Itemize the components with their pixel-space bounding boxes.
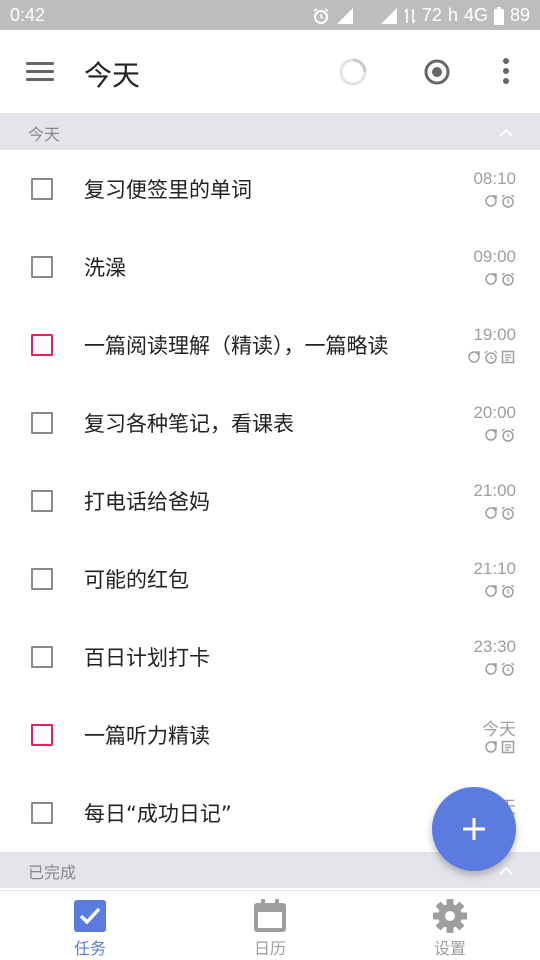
task-title: 洗澡 [84, 256, 126, 280]
task-checkbox[interactable] [31, 646, 53, 668]
task-indicator-icons [484, 428, 515, 442]
task-checkbox[interactable] [31, 256, 53, 278]
nav-item-tasks[interactable]: 任务 [0, 891, 180, 960]
alarm-status-icon [312, 7, 330, 25]
plus-icon [463, 818, 485, 840]
nav-label-calendar: 日历 [253, 939, 286, 958]
task-indicator-icons [484, 662, 515, 676]
note-icon [501, 740, 515, 754]
nav-label-tasks: 任务 [73, 939, 106, 958]
repeat-icon [484, 272, 498, 286]
repeat-icon [467, 350, 481, 364]
task-row[interactable]: 一篇阅读理解（精读），一篇略读 19:00 [0, 306, 540, 384]
bottom-nav: 任务 日历 设置 [0, 890, 540, 960]
repeat-icon [484, 740, 498, 754]
task-title: 百日计划打卡 [84, 646, 210, 670]
status-time: 0:42 [10, 5, 46, 25]
task-time: 20:00 [473, 403, 516, 422]
nav-label-settings: 设置 [433, 939, 466, 958]
task-indicator-icons [484, 194, 515, 208]
task-row[interactable]: 百日计划打卡 23:30 [0, 618, 540, 696]
task-time: 23:30 [473, 637, 516, 656]
task-checkbox[interactable] [31, 724, 53, 746]
alarm-icon [501, 506, 515, 520]
task-title: 一篇听力精读 [84, 724, 210, 748]
task-checkbox[interactable] [31, 178, 53, 200]
task-indicator-icons [484, 584, 515, 598]
chevron-up-icon[interactable] [498, 124, 514, 143]
alarm-icon [484, 350, 498, 364]
task-checkbox[interactable] [31, 802, 53, 824]
alarm-icon [501, 428, 515, 442]
task-row[interactable]: 可能的红包 21:10 [0, 540, 540, 618]
battery-level: 89 [509, 5, 530, 25]
note-icon [501, 350, 515, 364]
nav-item-settings[interactable]: 设置 [360, 891, 540, 960]
task-row[interactable]: 一篇听力精读 今天 [0, 696, 540, 774]
alarm-icon [501, 662, 515, 676]
task-checkbox[interactable] [31, 412, 53, 434]
repeat-icon [484, 584, 498, 598]
repeat-icon [484, 428, 498, 442]
calendar-icon [252, 899, 288, 937]
signal-text: 72 [421, 5, 442, 25]
task-title: 复习便签里的单词 [84, 178, 252, 202]
alarm-icon [501, 194, 515, 208]
task-list: 复习便签里的单词 08:10 洗澡 09:00 一篇阅读理解（精读），一篇略读 19:00… [0, 150, 540, 852]
task-time: 21:10 [473, 559, 516, 578]
more-options-icon[interactable] [496, 56, 516, 86]
repeat-icon [484, 662, 498, 676]
task-row[interactable]: 洗澡 09:00 [0, 228, 540, 306]
task-title: 一篇阅读理解（精读），一篇略读 [84, 334, 389, 358]
section-label-today: 今天 [28, 125, 61, 144]
task-time: 19:00 [473, 325, 516, 344]
task-row[interactable]: 复习便签里的单词 08:10 [0, 150, 540, 228]
task-indicator-icons [484, 740, 515, 754]
task-time: 08:10 [473, 169, 516, 188]
signal-strength-icon-2 [380, 7, 398, 25]
alarm-icon [501, 272, 515, 286]
section-label-completed: 已完成 [28, 863, 77, 882]
alarm-icon [501, 584, 515, 598]
task-title: 可能的红包 [84, 568, 189, 592]
sync-spinner-icon[interactable] [338, 57, 368, 91]
task-indicator-icons [467, 350, 515, 364]
section-header-today[interactable]: 今天 [0, 114, 540, 150]
focus-target-icon[interactable] [423, 58, 451, 90]
battery-icon [493, 6, 504, 25]
task-indicator-icons [484, 506, 515, 520]
task-title: 打电话给爸妈 [84, 490, 210, 514]
repeat-icon [484, 194, 498, 208]
chevron-up-icon[interactable] [498, 862, 514, 881]
status-bar: 0:42 72 h 4G 89 [0, 0, 540, 30]
task-check-icon [72, 899, 108, 937]
add-task-button[interactable] [432, 787, 516, 871]
network-h: h [447, 5, 458, 25]
repeat-icon [484, 506, 498, 520]
task-time: 09:00 [473, 247, 516, 266]
task-title: 复习各种笔记，看课表 [84, 412, 294, 436]
task-title: 每日“成功日记” [84, 802, 232, 826]
data-transfer-icon [404, 7, 416, 25]
settings-gear-icon [432, 899, 468, 937]
task-indicator-icons [484, 272, 515, 286]
network-type: 4G [463, 5, 488, 25]
task-time: 21:00 [473, 481, 516, 500]
menu-icon[interactable] [26, 60, 56, 84]
task-checkbox[interactable] [31, 334, 53, 356]
page-title: 今天 [84, 59, 141, 92]
app-bar: 今天 [0, 30, 540, 114]
task-time: 今天 [482, 720, 516, 739]
signal-strength-icon [336, 7, 354, 25]
nav-item-calendar[interactable]: 日历 [180, 891, 360, 960]
task-checkbox[interactable] [31, 490, 53, 512]
task-checkbox[interactable] [31, 568, 53, 590]
task-row[interactable]: 打电话给爸妈 21:00 [0, 462, 540, 540]
task-row[interactable]: 复习各种笔记，看课表 20:00 [0, 384, 540, 462]
